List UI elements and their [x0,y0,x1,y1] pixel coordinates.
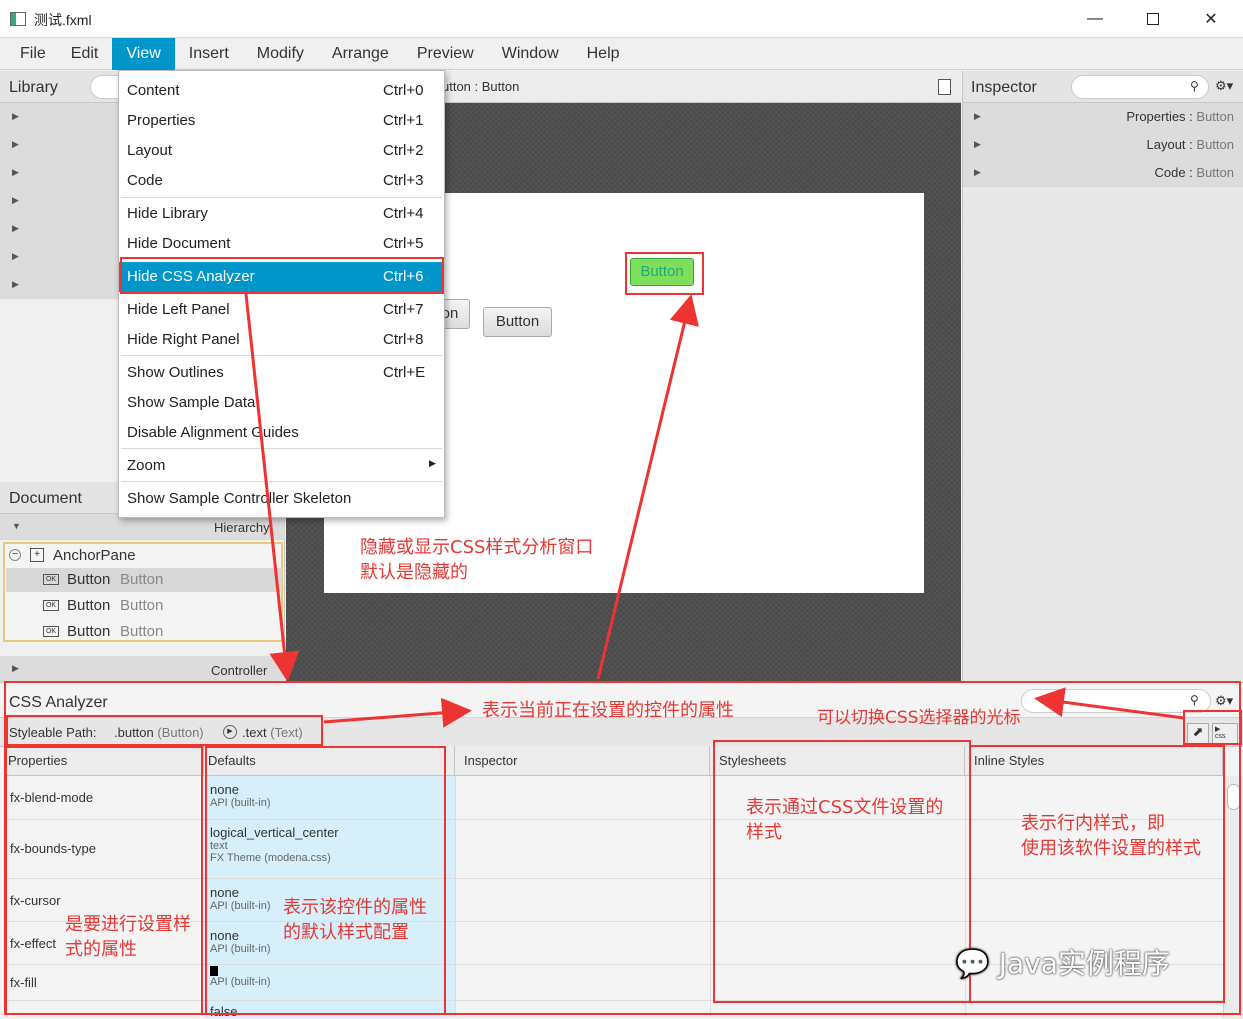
annotation-line: 样式 [746,822,782,843]
wechat-icon: 💬 [955,947,990,980]
annotation-line: 是要进行设置样 [65,914,191,935]
annotation-defaults: 表示该控件的属性 的默认样式配置 [283,895,427,945]
annotation-stylesheets: 表示通过CSS文件设置的 样式 [746,795,943,845]
annotation-line: 式的属性 [65,939,137,960]
annotation-arrows [244,293,1185,728]
annotation-hide-css: 隐藏或显示CSS样式分析窗口 默认是隐藏的 [360,535,593,585]
annotation-inline: 表示行内样式，即使用该软件设置的样式 [1021,811,1201,861]
annotation-props: 是要进行设置样 式的属性 [65,912,191,962]
annotation-line: 表示通过CSS文件设置的 [746,797,944,818]
annotation-line: 的默认样式配置 [283,922,409,943]
watermark-text: Java实例程序 [998,947,1170,980]
annotation-line: 表示该控件的属性 [283,897,427,918]
annotation-line: 隐藏或显示CSS样式分析窗口 [360,537,594,558]
annotation-line: 表示行内样式，即 [1021,813,1165,834]
annotation-cursor-switch: 可以切换CSS选择器的光标 [817,708,1021,728]
annotation-current-props: 表示当前正在设置的控件的属性 [482,700,734,721]
watermark: 💬 Java实例程序 [955,942,1170,982]
annotation-line: 使用该软件设置的样式 [1021,838,1201,859]
annotation-line: 默认是隐藏的 [360,562,468,583]
